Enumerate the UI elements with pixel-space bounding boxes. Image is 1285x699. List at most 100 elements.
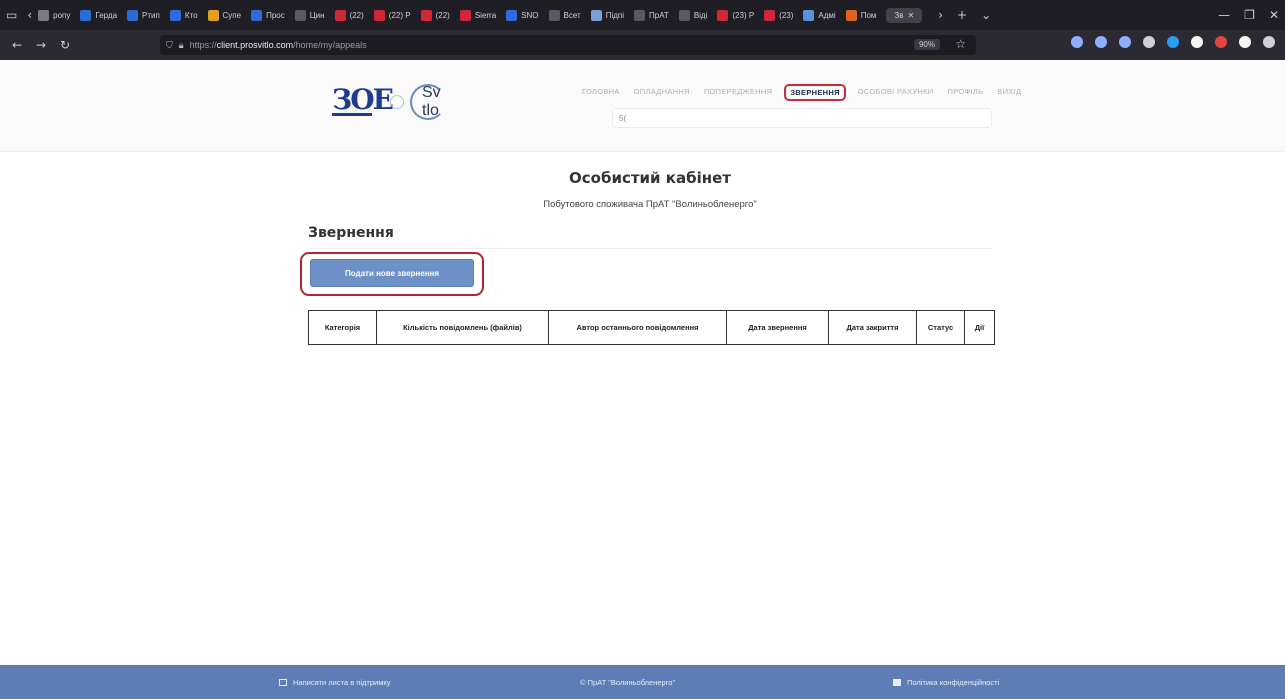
extension-icon[interactable] [1095, 36, 1107, 48]
browser-tab[interactable]: Адмі [803, 9, 836, 21]
browser-tab[interactable]: Кто [169, 9, 198, 21]
browser-tab[interactable]: Супе [207, 9, 242, 21]
browser-tab[interactable]: Герда [80, 9, 117, 21]
new-tab-icon[interactable]: + [957, 8, 967, 22]
extension-icon[interactable] [1263, 36, 1275, 48]
browser-tab-bar: ▭ ‹ ропу Герда Ртип Кто Супе Прос Цин (22) (22) … [0, 0, 1285, 30]
menu-item[interactable]: ПОПЕРЕДЖЕННЯ [702, 84, 774, 101]
minimize-icon[interactable]: — [1218, 8, 1230, 22]
extension-icon[interactable] [1119, 36, 1131, 48]
column-header[interactable]: Дії [964, 310, 995, 345]
tab-label: Цин [309, 10, 325, 20]
menu-item[interactable]: ОСОБОВІ РАХУНКИ [856, 84, 936, 101]
tab-label: Всет [563, 10, 581, 20]
address-bar[interactable]: ⛉ 🔒︎ https://client.prosvitlo.com/home/m… [160, 35, 976, 55]
browser-tab[interactable]: Підпі [590, 9, 624, 21]
browser-tab[interactable]: Ртип [127, 9, 160, 21]
tab-strip: ропу Герда Ртип Кто Супе Прос Цин (22) (22) Р (22… [38, 9, 886, 21]
browser-tab[interactable]: Цин [294, 9, 325, 21]
svitlo-logo-text: Sv tlo [410, 84, 446, 120]
forward-icon[interactable]: → [32, 38, 50, 52]
back-icon[interactable]: ← [8, 38, 26, 52]
tab-favicon-icon [590, 9, 602, 21]
url-text[interactable]: https://client.prosvitlo.com/home/my/app… [190, 40, 367, 50]
browser-tab[interactable]: Sierra [459, 9, 496, 21]
page-title: Особистий кабінет [569, 169, 731, 187]
tab-favicon-icon [678, 9, 690, 21]
lock-icon[interactable]: 🔒︎ [179, 40, 184, 51]
menu-item[interactable]: ЗВЕРНЕННЯ [784, 84, 846, 101]
scroll-tabs-left-icon[interactable]: ‹ [27, 8, 32, 22]
extension-icon[interactable] [1167, 36, 1179, 48]
tab-favicon-icon [548, 9, 560, 21]
logo-dot [390, 95, 404, 109]
column-header[interactable]: Статус [916, 310, 965, 345]
extension-icon[interactable] [1191, 36, 1203, 48]
privacy-link[interactable]: Політика конфіденційності [893, 678, 999, 687]
browser-tab[interactable]: SNO [506, 9, 539, 21]
tab-active[interactable]: Зв ✕ [886, 7, 923, 23]
scroll-tabs-right-icon[interactable]: › [938, 8, 943, 22]
browser-tab[interactable]: (23) Р [717, 9, 754, 21]
menu-item[interactable]: ГОЛОВНА [580, 84, 622, 101]
tab-favicon-icon [373, 9, 385, 21]
tab-favicon-icon [803, 9, 815, 21]
browser-tab[interactable]: Віді [678, 9, 707, 21]
browser-tab[interactable]: (23) [764, 9, 794, 21]
tab-label: Супе [222, 10, 242, 20]
browser-tab[interactable]: Всет [548, 9, 581, 21]
browser-tab[interactable]: (22) [334, 9, 364, 21]
reload-icon[interactable]: ↻ [56, 38, 74, 52]
extension-icon[interactable] [1215, 36, 1227, 48]
column-header[interactable]: Кількість повідомлень (файлів) [376, 310, 549, 345]
tab-label: (22) [349, 10, 364, 20]
menu-item[interactable]: ВИХІД [995, 84, 1023, 101]
extension-icon[interactable] [1239, 36, 1251, 48]
tab-label: (23) [779, 10, 794, 20]
table-header-row: Категорія Кількість повідомлень (файлів) А… [308, 310, 995, 345]
browser-tab[interactable]: Пом [845, 9, 876, 21]
tab-favicon-icon [38, 9, 50, 21]
site-header [0, 60, 1285, 152]
tab-active-label: Зв [894, 10, 904, 20]
zoom-level[interactable]: 90% [913, 39, 940, 50]
restore-icon[interactable]: ❐ [1244, 8, 1255, 22]
tab-favicon-icon [80, 9, 92, 21]
zoe-logo[interactable]: ЗОЕ [332, 83, 394, 116]
privacy-link-label: Політика конфіденційності [907, 678, 1000, 687]
menu-item[interactable]: ОПЛАДНАННЯ [632, 84, 692, 101]
main-menu: ГОЛОВНА ОПЛАДНАННЯ ПОПЕРЕДЖЕННЯ ЗВЕРНЕННЯ ОС… [580, 84, 1023, 101]
browser-tab[interactable]: ПрАТ [634, 9, 669, 21]
copyright-label: © ПрАТ "Волиньобленерго" [580, 678, 676, 687]
tab-label: ропу [53, 10, 71, 20]
extension-icon[interactable] [1071, 36, 1083, 48]
section-title: Звернення [308, 225, 394, 241]
close-tab-icon[interactable]: ✕ [907, 11, 914, 20]
browser-tab[interactable]: ропу [38, 9, 71, 21]
copyright: © ПрАТ "Волиньобленерго" [580, 678, 675, 687]
tab-favicon-icon [207, 9, 219, 21]
browser-tab[interactable]: (22) [420, 9, 450, 21]
shield-icon[interactable]: ⛉ [166, 40, 173, 51]
tab-favicon-icon [334, 9, 346, 21]
list-tabs-icon[interactable]: ⌄ [981, 8, 991, 22]
column-header[interactable]: Категорія [308, 310, 377, 345]
extensions-toolbar [1071, 36, 1275, 48]
column-header[interactable]: Дата звернення [726, 310, 829, 345]
zoe-logo-underline [332, 113, 372, 116]
browser-tab[interactable]: Прос [251, 9, 285, 21]
column-header[interactable]: Автор останнього повідомлення [548, 310, 727, 345]
browser-tab[interactable]: (22) Р [373, 9, 411, 21]
support-link[interactable]: Написати листа в підтримку [279, 678, 390, 687]
extension-icon[interactable] [1143, 36, 1155, 48]
new-appeal-button[interactable]: Подати нове звернення [310, 259, 474, 287]
search-field[interactable]: 5( [612, 108, 992, 128]
menu-item[interactable]: ПРОФІЛЬ [946, 84, 986, 101]
tab-favicon-icon [127, 9, 139, 21]
tab-overview-icon[interactable]: ▭ [6, 8, 17, 22]
close-window-icon[interactable]: ✕ [1269, 8, 1279, 22]
bookmark-star-icon[interactable]: ☆ [955, 37, 966, 51]
footer: Написати листа в підтримку © ПрАТ "Волин… [0, 665, 1285, 699]
column-header[interactable]: Дата закриття [828, 310, 917, 345]
svitlo-logo[interactable]: Sv tlo [390, 84, 446, 120]
